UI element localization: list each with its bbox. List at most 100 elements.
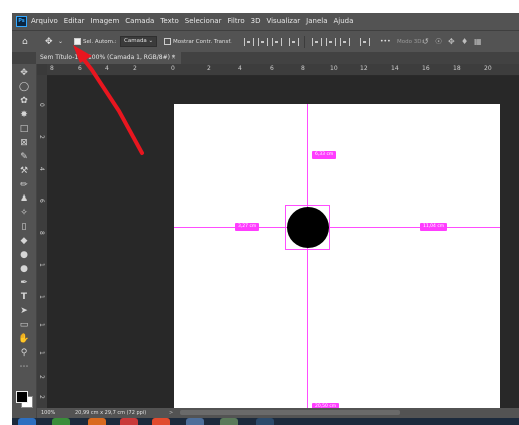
align-bottom-icon[interactable]: [326, 38, 336, 46]
ruler-tick: 8: [50, 65, 54, 72]
auto-select-checkbox[interactable]: [74, 38, 81, 45]
more-tools-icon[interactable]: ⋯: [18, 362, 30, 373]
ruler-tick: 16: [422, 65, 430, 72]
taskbar-app-icon[interactable]: [120, 418, 138, 425]
ruler-tick: 1: [38, 295, 45, 299]
taskbar-app-icon[interactable]: [52, 418, 70, 425]
ruler-tick: 2: [38, 375, 45, 379]
measure-label-left: 3,27 cm: [235, 223, 260, 231]
document-canvas[interactable]: [174, 104, 500, 408]
ruler-tick: 8: [301, 65, 305, 72]
move-tool-icon[interactable]: ✥: [45, 31, 53, 53]
ruler-corner: [37, 64, 47, 75]
menu-bar: Ps Arquivo Editar Imagem Camada Texto Se…: [12, 13, 519, 30]
dodge-tool-icon[interactable]: ●: [18, 264, 30, 275]
ruler-tick: 4: [238, 65, 242, 72]
home-icon[interactable]: ⌂: [22, 31, 28, 53]
divider: [304, 36, 305, 48]
menu-3d[interactable]: 3D: [251, 13, 261, 30]
menu-selecionar[interactable]: Selecionar: [185, 13, 222, 30]
frame-tool-icon[interactable]: ⊠: [18, 138, 30, 149]
eraser-tool-icon[interactable]: ▯: [18, 222, 30, 233]
rectangle-tool-icon[interactable]: ▭: [18, 320, 30, 331]
distribute-icon[interactable]: [340, 38, 350, 46]
ruler-tick: 18: [453, 65, 461, 72]
ruler-tick: 2: [38, 135, 45, 139]
ruler-tick: 6: [38, 199, 45, 203]
menu-editar[interactable]: Editar: [64, 13, 85, 30]
zoom-tool-icon[interactable]: ⚲: [18, 348, 30, 359]
black-circle-shape[interactable]: [287, 207, 329, 248]
menu-janela[interactable]: Janela: [306, 13, 327, 30]
roll-3d-icon[interactable]: ☉: [435, 31, 442, 53]
scale-3d-icon[interactable]: ▦: [474, 31, 482, 53]
align-top-icon[interactable]: [289, 38, 299, 46]
menu-camada[interactable]: Camada: [125, 13, 154, 30]
menu-imagem[interactable]: Imagem: [91, 13, 120, 30]
ruler-tick: 8: [38, 231, 45, 235]
ruler-tick: 14: [391, 65, 399, 72]
layer-dropdown[interactable]: Camada ⌄: [120, 31, 158, 53]
menu-arquivo[interactable]: Arquivo: [31, 13, 58, 30]
smart-guide-horizontal: [174, 227, 500, 228]
tools-panel: ✥ ◯ ✿ ✸ □ ⊠ ✎ ⚒ ✏ ♟ ✧ ▯ ◆ ● ● ✒ T ➤ ▭ ✋ …: [12, 64, 37, 424]
document-tab[interactable]: Sem Título-1 @ 100% (Camada 1, RGB/8#) *…: [36, 52, 181, 64]
blur-tool-icon[interactable]: ●: [18, 250, 30, 261]
show-transform-option[interactable]: Mostrar Contr. Transf.: [164, 31, 232, 53]
ruler-tick: 20: [484, 65, 492, 72]
menu-filtro[interactable]: Filtro: [227, 13, 244, 30]
align-center-icon[interactable]: [258, 38, 268, 46]
eyedropper-tool-icon[interactable]: ✎: [18, 152, 30, 163]
horizontal-scrollbar[interactable]: [180, 410, 400, 415]
orbit-3d-icon[interactable]: ↺: [422, 31, 429, 53]
photoshop-taskbar-icon[interactable]: [256, 418, 274, 425]
status-menu-arrow[interactable]: >: [169, 408, 173, 418]
ruler-tick: 0: [171, 65, 175, 72]
show-transform-checkbox[interactable]: [164, 38, 171, 45]
taskbar-app-icon[interactable]: [186, 418, 204, 425]
ruler-tick: 2: [38, 395, 45, 399]
distribute-horizontal-icon[interactable]: [360, 38, 370, 46]
type-tool-icon[interactable]: T: [18, 292, 30, 303]
taskbar-app-icon[interactable]: [88, 418, 106, 425]
menu-ajuda[interactable]: Ajuda: [334, 13, 354, 30]
foreground-color-swatch[interactable]: [16, 391, 28, 403]
layer-dropdown-value: Camada: [124, 38, 147, 44]
taskbar-app-icon[interactable]: [152, 418, 170, 425]
taskbar-app-icon[interactable]: [220, 418, 238, 425]
clone-stamp-tool-icon[interactable]: ♟: [18, 194, 30, 205]
slide-3d-icon[interactable]: ♦: [461, 31, 468, 53]
app-logo: Ps: [16, 16, 27, 27]
menu-texto[interactable]: Texto: [160, 13, 178, 30]
path-selection-tool-icon[interactable]: ➤: [18, 306, 30, 317]
ruler-tick: 1: [38, 351, 45, 355]
mode-3d-label: Modo 3D:: [397, 39, 424, 45]
horizontal-ruler[interactable]: 8 6 4 2 0 2 4 6 8 10 12 14 16 18 20: [47, 64, 519, 76]
brush-tool-icon[interactable]: ✏: [18, 180, 30, 191]
start-icon[interactable]: [18, 418, 36, 425]
menu-visualizar[interactable]: Visualizar: [266, 13, 300, 30]
crop-tool-icon[interactable]: □: [18, 124, 30, 135]
magic-wand-tool-icon[interactable]: ✸: [18, 110, 30, 121]
healing-brush-tool-icon[interactable]: ⚒: [18, 166, 30, 177]
move-tool-icon[interactable]: ✥: [18, 68, 30, 79]
align-right-icon[interactable]: [272, 38, 282, 46]
chevron-down-icon[interactable]: ⌄: [58, 31, 63, 53]
paint-bucket-tool-icon[interactable]: ◆: [18, 236, 30, 247]
history-brush-tool-icon[interactable]: ✧: [18, 208, 30, 219]
zoom-level[interactable]: 100%: [41, 408, 55, 418]
marquee-tool-icon[interactable]: ◯: [18, 82, 30, 93]
close-icon[interactable]: ×: [171, 52, 176, 64]
pen-tool-icon[interactable]: ✒: [18, 278, 30, 289]
ruler-tick: 1: [38, 263, 45, 267]
auto-select-option[interactable]: Sel. Autom.:: [74, 31, 117, 53]
ruler-tick: 10: [330, 65, 338, 72]
align-left-icon[interactable]: [244, 38, 254, 46]
drag-3d-icon[interactable]: ✥: [448, 31, 455, 53]
more-options-button[interactable]: •••: [380, 31, 391, 53]
show-transform-label: Mostrar Contr. Transf.: [173, 39, 232, 45]
align-middle-icon[interactable]: [312, 38, 322, 46]
ruler-tick: 6: [270, 65, 274, 72]
lasso-tool-icon[interactable]: ✿: [18, 96, 30, 107]
hand-tool-icon[interactable]: ✋: [18, 334, 30, 345]
